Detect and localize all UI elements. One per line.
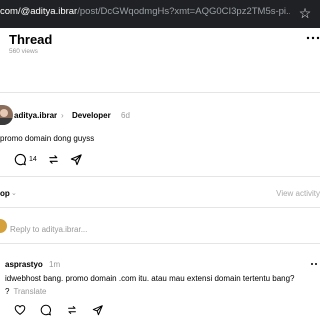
reply-author[interactable]: asprastyo bbox=[5, 260, 43, 269]
divider bbox=[0, 176, 320, 177]
share-icon[interactable] bbox=[70, 153, 83, 166]
address-field[interactable]: com/@aditya.ibrar/post/DcGWqodmgHs?xmt=A… bbox=[0, 6, 290, 17]
repost-icon[interactable] bbox=[66, 304, 78, 316]
post-actions: 14 bbox=[14, 152, 93, 166]
divider bbox=[0, 243, 320, 244]
more-icon[interactable] bbox=[310, 260, 320, 268]
more-icon[interactable] bbox=[304, 32, 320, 44]
translate-prefix: ? bbox=[5, 287, 10, 296]
views-count: 560 views bbox=[9, 48, 38, 55]
post-topic-tag[interactable]: Developer bbox=[72, 111, 111, 120]
chevron-right-icon: › bbox=[61, 111, 64, 120]
repost-icon[interactable] bbox=[47, 153, 60, 166]
sort-dropdown[interactable]: op bbox=[0, 189, 10, 198]
avatar bbox=[0, 219, 7, 233]
comment-icon[interactable] bbox=[14, 153, 27, 166]
reply-text: idwebhost bang. promo domain .com itu. a… bbox=[5, 274, 295, 283]
view-activity-link[interactable]: View activity bbox=[276, 189, 320, 198]
share-icon[interactable] bbox=[92, 304, 104, 316]
url-domain: com/@aditya.ibrar bbox=[0, 6, 78, 17]
heart-icon[interactable] bbox=[14, 304, 26, 316]
divider bbox=[0, 92, 320, 93]
post-text: promo domain dong guyss bbox=[0, 134, 95, 143]
reply-actions bbox=[14, 303, 118, 316]
translate-link[interactable]: Translate bbox=[13, 287, 46, 296]
divider bbox=[0, 207, 320, 208]
avatar[interactable] bbox=[0, 105, 13, 125]
post-time: 6d bbox=[121, 111, 130, 120]
star-icon[interactable]: ☆ bbox=[296, 4, 314, 22]
browser-url-bar[interactable]: com/@aditya.ibrar/post/DcGWqodmgHs?xmt=A… bbox=[0, 0, 320, 28]
reply-count: 14 bbox=[29, 155, 37, 163]
url-path: /post/DcGWqodmgHs?xmt=AQG0CI3pz2TM5s-pi.… bbox=[77, 6, 290, 17]
reply-time: 1m bbox=[49, 260, 61, 269]
post-author[interactable]: aditya.ibrar bbox=[14, 111, 57, 120]
chevron-down-icon[interactable]: ⌄ bbox=[11, 189, 17, 197]
comment-icon[interactable] bbox=[40, 304, 52, 316]
page-title: Thread bbox=[9, 32, 53, 47]
translate-row: ? Translate bbox=[5, 287, 47, 296]
reply-input[interactable]: Reply to aditya.ibrar... bbox=[10, 225, 87, 234]
